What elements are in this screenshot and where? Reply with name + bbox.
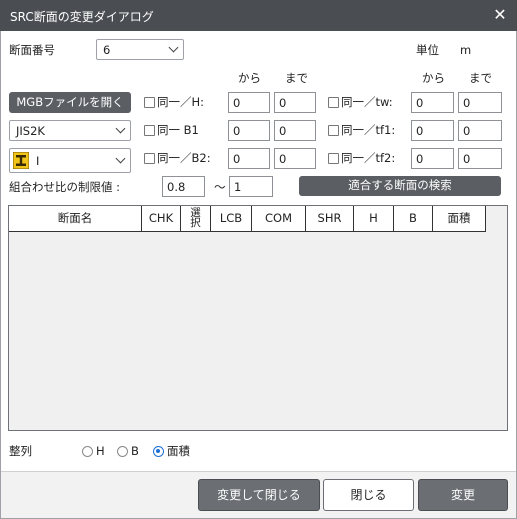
standard-select[interactable]: JIS2K bbox=[9, 120, 131, 141]
same-b2-label: 同一／B2: bbox=[157, 151, 211, 165]
tw-to-input[interactable] bbox=[458, 92, 502, 113]
same-tf2-checkbox[interactable] bbox=[328, 153, 339, 164]
window-title: SRC断面の変更ダイアログ bbox=[10, 10, 154, 24]
chevron-down-icon bbox=[115, 123, 126, 134]
range-from-header-left: から bbox=[238, 71, 261, 85]
chevron-down-icon bbox=[115, 153, 126, 164]
ratio-to-input[interactable] bbox=[229, 176, 273, 197]
range-from-header-right: から bbox=[422, 71, 445, 85]
ratio-from-input[interactable] bbox=[162, 176, 205, 197]
col-header-section-name[interactable]: 断面名 bbox=[9, 206, 142, 232]
same-tf1-checkbox[interactable] bbox=[328, 125, 339, 136]
col-header-select[interactable]: 選 択 bbox=[181, 206, 211, 232]
same-b2-checkbox[interactable] bbox=[144, 153, 155, 164]
b1-from-input[interactable] bbox=[228, 120, 270, 141]
title-bar: SRC断面の変更ダイアログ ✕ bbox=[0, 0, 517, 31]
range-to-header-right: まで bbox=[469, 71, 492, 85]
section-number-value: 6 bbox=[103, 43, 111, 57]
sort-b-label: B bbox=[131, 444, 139, 458]
standard-value: JIS2K bbox=[16, 124, 45, 138]
sort-h-label: H bbox=[96, 444, 105, 458]
shape-select[interactable]: I bbox=[9, 148, 131, 173]
shape-value: I bbox=[36, 154, 40, 168]
sort-label: 整列 bbox=[9, 444, 32, 458]
col-header-shr[interactable]: SHR bbox=[306, 206, 354, 232]
b2-from-input[interactable] bbox=[228, 148, 270, 169]
sort-b-radio[interactable] bbox=[117, 446, 128, 457]
col-header-b[interactable]: B bbox=[394, 206, 433, 232]
same-tw-checkbox[interactable] bbox=[328, 97, 339, 108]
tf1-to-input[interactable] bbox=[458, 120, 502, 141]
close-icon[interactable]: ✕ bbox=[492, 6, 508, 24]
col-header-lcb[interactable]: LCB bbox=[211, 206, 252, 232]
h-from-input[interactable] bbox=[228, 92, 270, 113]
sort-h-radio[interactable] bbox=[82, 446, 93, 457]
ratio-limit-label: 組合わせ比の制限値 : bbox=[9, 180, 121, 194]
tw-from-input[interactable] bbox=[411, 92, 454, 113]
b2-to-input[interactable] bbox=[274, 148, 316, 169]
ratio-separator: ～ bbox=[214, 180, 226, 194]
section-number-label: 断面番号 bbox=[9, 43, 55, 57]
col-header-chk[interactable]: CHK bbox=[142, 206, 181, 232]
range-to-header-left: まで bbox=[285, 71, 308, 85]
change-button[interactable]: 変更 bbox=[418, 479, 508, 511]
same-h-label: 同一／H: bbox=[157, 95, 205, 109]
col-header-h[interactable]: H bbox=[354, 206, 394, 232]
tf1-from-input[interactable] bbox=[411, 120, 454, 141]
unit-label: 単位 bbox=[416, 43, 439, 57]
change-and-close-button[interactable]: 変更して閉じる bbox=[198, 479, 320, 511]
sort-area-label: 面積 bbox=[167, 444, 190, 458]
b1-to-input[interactable] bbox=[274, 120, 316, 141]
same-b1-label: 同一 B1 bbox=[157, 123, 199, 137]
results-table[interactable]: 断面名 CHK 選 択 LCB COM SHR H B 面積 bbox=[8, 205, 508, 431]
same-b1-checkbox[interactable] bbox=[144, 125, 155, 136]
tf2-from-input[interactable] bbox=[411, 148, 454, 169]
table-header: 断面名 CHK 選 択 LCB COM SHR H B 面積 bbox=[9, 206, 486, 232]
search-matching-sections-button[interactable]: 適合する断面の検索 bbox=[299, 176, 501, 196]
same-h-checkbox[interactable] bbox=[144, 97, 155, 108]
chevron-down-icon bbox=[168, 42, 179, 53]
unit-value: m bbox=[460, 43, 472, 57]
open-mgb-file-button[interactable]: MGBファイルを開く bbox=[9, 92, 131, 113]
sort-area-radio[interactable] bbox=[153, 446, 164, 457]
i-beam-icon bbox=[13, 152, 29, 169]
same-tw-label: 同一／tw: bbox=[341, 95, 393, 109]
col-header-com[interactable]: COM bbox=[252, 206, 306, 232]
same-tf2-label: 同一／tf2: bbox=[341, 151, 396, 165]
section-number-select[interactable]: 6 bbox=[96, 39, 184, 60]
tf2-to-input[interactable] bbox=[458, 148, 502, 169]
h-to-input[interactable] bbox=[274, 92, 316, 113]
close-button[interactable]: 閉じる bbox=[323, 479, 414, 511]
same-tf1-label: 同一／tf1: bbox=[341, 123, 396, 137]
col-header-area[interactable]: 面積 bbox=[433, 206, 486, 232]
